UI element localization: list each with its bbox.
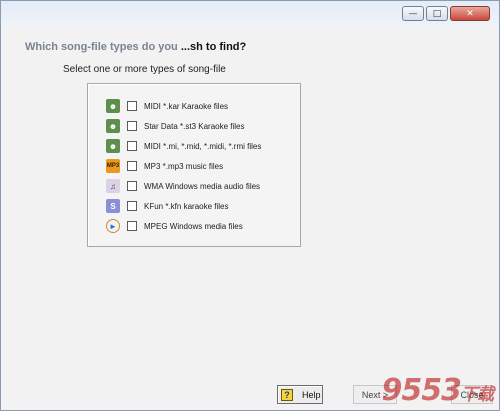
file-type-option-st3[interactable]: ☻ Star Data *.st3 Karaoke files	[106, 118, 245, 134]
minimize-icon[interactable]: —	[402, 6, 424, 21]
karaoke-person-icon: ☻	[106, 139, 120, 153]
close-icon[interactable]: ✕	[450, 6, 490, 21]
mpeg-icon: ►	[106, 219, 120, 233]
file-type-label: MIDI *.mi, *.mid, *.midi, *.rmi files	[144, 141, 262, 151]
maximize-icon[interactable]: □	[426, 6, 448, 21]
mp3-icon: MP3	[106, 159, 120, 173]
file-type-label: Star Data *.st3 Karaoke files	[144, 121, 245, 131]
file-type-label: MIDI *.kar Karaoke files	[144, 101, 229, 111]
checkbox-midi[interactable]	[127, 141, 137, 151]
checkbox-kfn[interactable]	[127, 201, 137, 211]
file-type-label: KFun *.kfn karaoke files	[144, 201, 229, 211]
page-subheading: Select one or more types of song-file	[63, 64, 226, 75]
heading-text: ...sh to find?	[180, 41, 247, 53]
help-icon: ?	[281, 388, 293, 401]
watermark-number: 9553	[381, 373, 462, 408]
main-window: — □ ✕ Which song-file types do you ...sh…	[0, 0, 500, 411]
checkbox-kar[interactable]	[127, 101, 137, 111]
page-heading: Which song-file types do you ...sh to fi…	[25, 41, 246, 53]
help-button[interactable]: ? Help	[277, 385, 323, 404]
file-type-panel: ☻ MIDI *.kar Karaoke files ☻ Star Data *…	[87, 83, 301, 247]
kfun-icon: S	[106, 199, 120, 213]
window-caption-buttons: — □ ✕	[400, 6, 490, 21]
file-type-label: MPEG Windows media files	[144, 221, 243, 231]
checkbox-st3[interactable]	[127, 121, 137, 131]
heading-faded-text: Which song-file types do you	[25, 41, 181, 53]
file-type-option-kar[interactable]: ☻ MIDI *.kar Karaoke files	[106, 98, 228, 114]
watermark-suffix: 下载	[461, 385, 494, 405]
checkbox-mp3[interactable]	[127, 161, 137, 171]
file-type-option-midi[interactable]: ☻ MIDI *.mi, *.mid, *.midi, *.rmi files	[106, 138, 261, 154]
site-watermark: 9553下载	[381, 373, 495, 408]
checkbox-wma[interactable]	[127, 181, 137, 191]
file-type-option-wma[interactable]: ♫ WMA Windows media audio files	[106, 178, 260, 194]
file-type-label: MP3 *.mp3 music files	[144, 161, 224, 171]
karaoke-person-icon: ☻	[106, 119, 120, 133]
file-type-option-mp3[interactable]: MP3 MP3 *.mp3 music files	[106, 158, 223, 174]
help-button-label: Help	[302, 389, 321, 400]
karaoke-person-icon: ☻	[106, 99, 120, 113]
file-type-option-mpeg[interactable]: ► MPEG Windows media files	[106, 218, 243, 234]
wma-icon: ♫	[106, 179, 120, 193]
file-type-label: WMA Windows media audio files	[144, 181, 261, 191]
checkbox-mpeg[interactable]	[127, 221, 137, 231]
file-type-option-kfn[interactable]: S KFun *.kfn karaoke files	[106, 198, 228, 214]
